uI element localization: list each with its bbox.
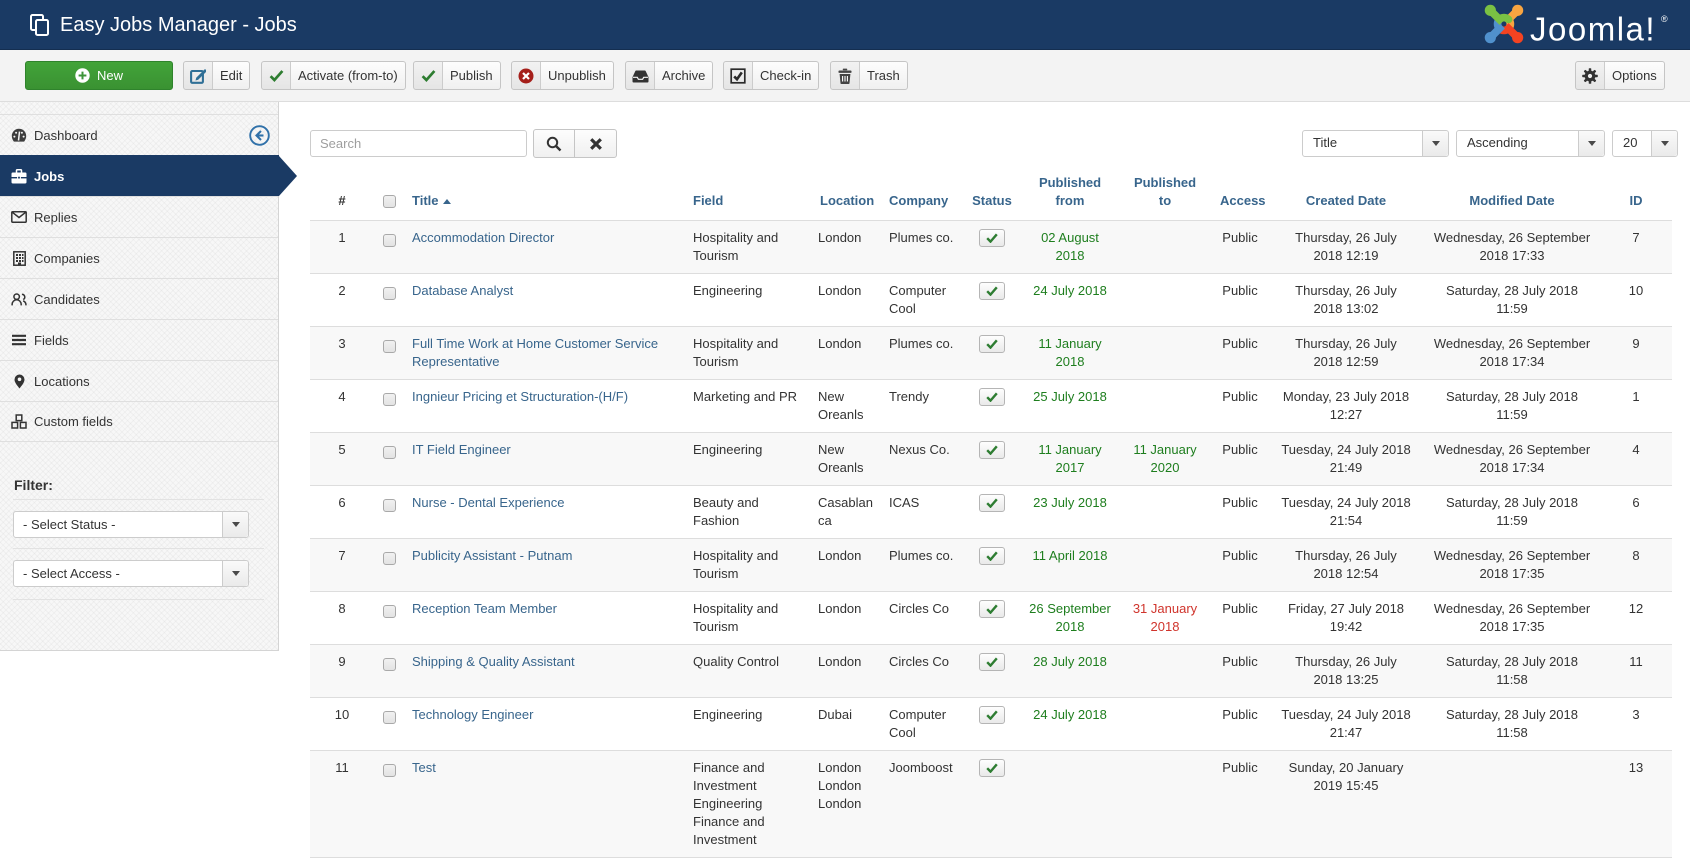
svg-text:Joomla!: Joomla! [1530, 11, 1656, 48]
svg-text:®: ® [1661, 14, 1668, 24]
